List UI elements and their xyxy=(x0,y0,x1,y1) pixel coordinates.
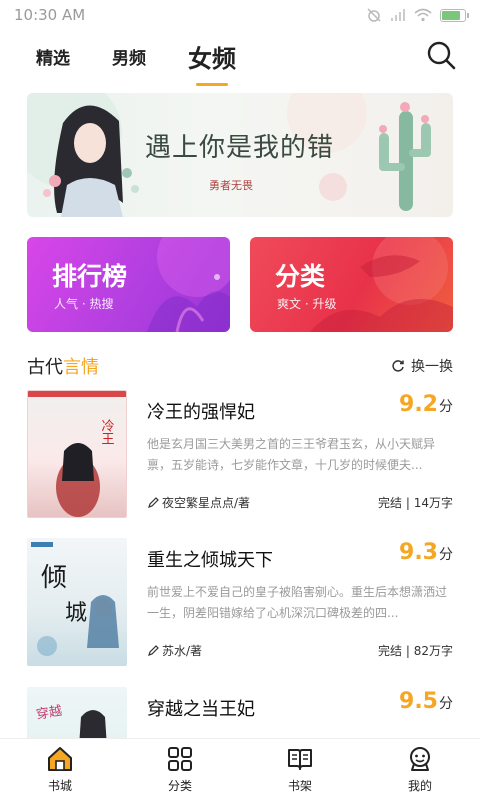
category-card[interactable]: 分类 爽文 · 升级 xyxy=(250,237,453,332)
book-title[interactable]: 穿越之当王妃 xyxy=(147,695,255,721)
book-author: 苏水/著 xyxy=(147,642,202,659)
ranking-card-subtitle: 人气 · 热搜 xyxy=(54,297,114,311)
status-time: 10:30 AM xyxy=(14,6,86,24)
ranking-card-title: 排行榜 xyxy=(52,262,128,291)
book-status: 完结 | 14万字 xyxy=(378,496,453,510)
book-score: 9.5分 xyxy=(399,689,453,714)
status-icons xyxy=(366,7,469,23)
section-title-prefix: 古代 xyxy=(27,357,63,378)
category-card-subtitle: 爽文 · 升级 xyxy=(277,297,337,311)
book-description: 他是玄月国三大美男之首的三王爷君玉玄，从小天赋异禀，五岁能诗，七岁能作文章，十几… xyxy=(147,437,436,472)
home-icon xyxy=(48,747,72,771)
book-cover[interactable]: 冷王 xyxy=(27,390,127,518)
nav-bookstore[interactable]: 书城 xyxy=(0,739,120,800)
battery-icon xyxy=(440,8,469,22)
tab-featured[interactable]: 精选 xyxy=(36,44,70,69)
alarm-muted-icon xyxy=(367,8,381,22)
book-score-unit: 分 xyxy=(439,547,453,563)
book-item[interactable]: 冷王 冷王的强悍妃 9.2分 他是玄月国三大美男之首的三王爷君玉玄，从小天赋异禀… xyxy=(27,390,453,518)
svg-text:城: 城 xyxy=(65,601,87,626)
book-meta: 苏水/著 完结 | 82万字 xyxy=(147,642,453,659)
bookshelf-icon xyxy=(288,749,312,770)
tab-male[interactable]: 男频 xyxy=(112,44,146,69)
pen-icon xyxy=(148,496,159,508)
refresh-icon xyxy=(392,360,404,372)
nav-bookshelf[interactable]: 书架 xyxy=(240,739,360,800)
pen-icon xyxy=(148,644,159,656)
svg-text:冷王: 冷王 xyxy=(99,419,115,445)
nav-category-label: 分类 xyxy=(167,779,192,793)
book-score-value: 9.3 xyxy=(399,540,438,565)
book-score-unit: 分 xyxy=(439,399,453,415)
bottom-nav: 书城 分类 书架 我的 xyxy=(0,738,480,800)
book-item[interactable]: 倾 城 重生之倾城天下 9.3分 前世爱上不爱自己的皇子被陷害剜心。重生后本想潇… xyxy=(27,538,453,666)
book-title[interactable]: 重生之倾城天下 xyxy=(147,546,273,572)
nav-bookstore-label: 书城 xyxy=(47,779,72,793)
section-title-accent: 言情 xyxy=(63,357,99,378)
refresh-label: 换一换 xyxy=(411,359,453,375)
profile-icon xyxy=(410,747,430,771)
search-icon[interactable] xyxy=(426,40,456,70)
book-score: 9.2分 xyxy=(399,392,453,417)
promo-banner[interactable]: 遇上你是我的错 勇者无畏 xyxy=(27,93,453,217)
grid-icon xyxy=(168,747,192,771)
banner-author: 勇者无畏 xyxy=(209,179,253,192)
book-score: 9.3分 xyxy=(399,540,453,565)
book-cover[interactable]: 倾 城 xyxy=(27,538,127,666)
book-score-value: 9.2 xyxy=(399,392,438,417)
signal-icon xyxy=(391,9,405,21)
top-tab-bar: 精选 男频 女频 xyxy=(0,30,480,82)
status-bar: 10:30 AM xyxy=(0,0,480,30)
nav-bookshelf-label: 书架 xyxy=(287,779,312,793)
book-author-name: 苏水/著 xyxy=(162,644,203,658)
book-cover-art: 穿越 xyxy=(35,703,107,738)
book-cover-art: 冷王 xyxy=(28,391,126,517)
book-score-unit: 分 xyxy=(439,696,453,712)
book-meta: 夜空繁星点点/著 完结 | 14万字 xyxy=(147,494,453,511)
book-author: 夜空繁星点点/著 xyxy=(147,494,250,511)
wifi-icon xyxy=(414,8,432,22)
book-description: 前世爱上不爱自己的皇子被陷害剜心。重生后本想潇洒过一生，阴差阳错嫁给了心机深沉口… xyxy=(147,585,448,620)
refresh-button[interactable]: 换一换 xyxy=(391,356,453,376)
book-item[interactable]: 穿越 穿越之当王妃 9.5分 xyxy=(27,687,453,738)
nav-profile-label: 我的 xyxy=(407,779,432,793)
tab-female[interactable]: 女频 xyxy=(188,39,236,74)
book-cover[interactable]: 穿越 xyxy=(27,687,127,738)
book-status: 完结 | 82万字 xyxy=(378,644,453,658)
category-card-title: 分类 xyxy=(275,262,326,291)
section-header: 古代言情 换一换 xyxy=(27,352,453,380)
book-score-value: 9.5 xyxy=(399,689,438,714)
book-cover-art: 倾 城 xyxy=(31,542,119,656)
book-title[interactable]: 冷王的强悍妃 xyxy=(147,398,255,424)
section-title: 古代言情 xyxy=(27,353,99,379)
ranking-card[interactable]: 排行榜 人气 · 热搜 xyxy=(27,237,230,332)
svg-text:倾: 倾 xyxy=(41,563,67,593)
banner-title: 遇上你是我的错 xyxy=(145,133,335,163)
svg-text:穿越: 穿越 xyxy=(35,703,63,723)
nav-category[interactable]: 分类 xyxy=(120,739,240,800)
book-author-name: 夜空繁星点点/著 xyxy=(162,496,251,510)
nav-profile[interactable]: 我的 xyxy=(360,739,480,800)
